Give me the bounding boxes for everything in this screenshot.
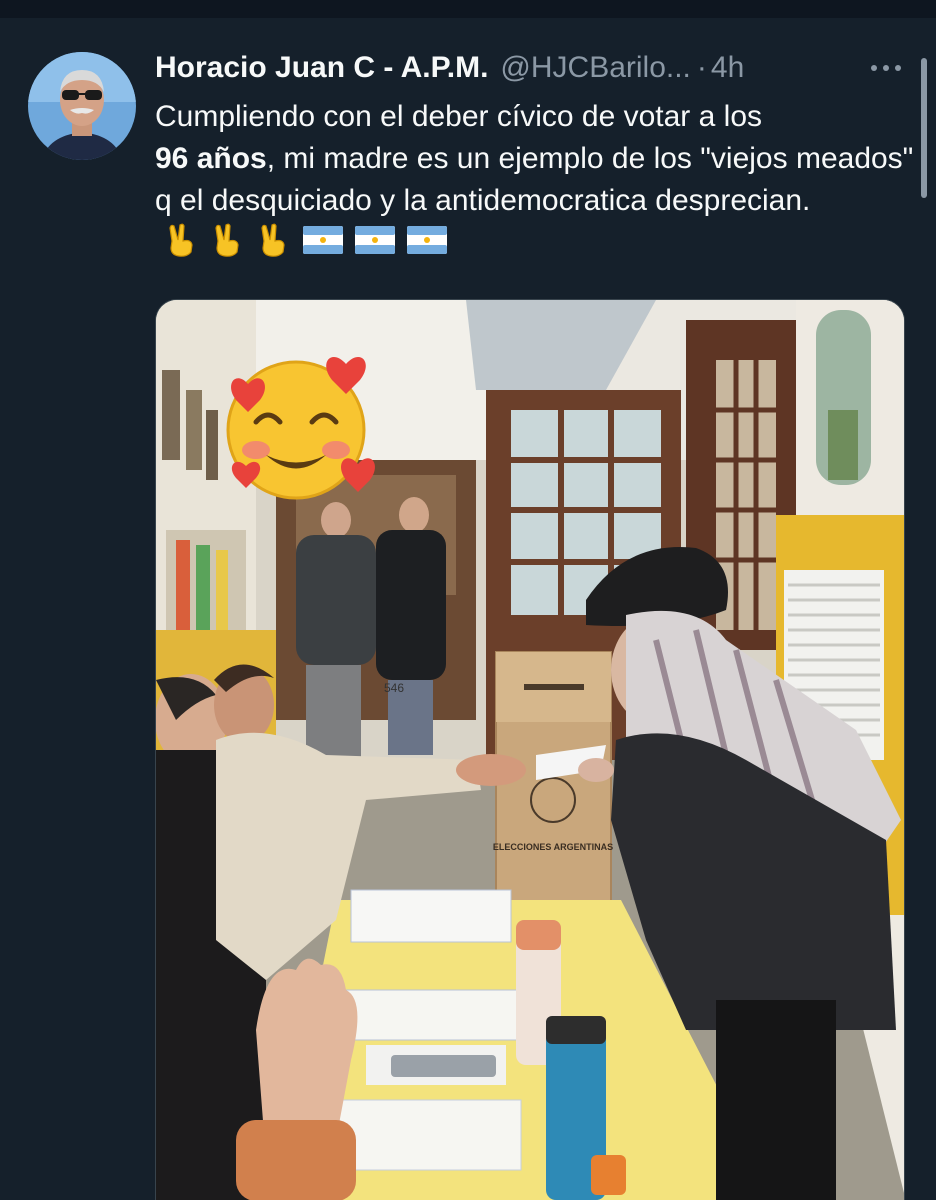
tweet-header: Horacio Juan C - A.P.M. @HJCBarilo... · … bbox=[155, 48, 915, 88]
scrollbar-thumb[interactable] bbox=[921, 58, 927, 198]
ballot-box-label: ELECCIONES ARGENTINAS bbox=[493, 842, 613, 852]
tweet-media-photo[interactable]: ELECCIONES ARGENTINAS 546 bbox=[155, 299, 905, 1200]
tweet-text-line1: Cumpliendo con el deber cívico de votar … bbox=[155, 100, 763, 133]
tweet-text-bold: 96 años bbox=[155, 142, 267, 175]
more-icon[interactable] bbox=[866, 50, 906, 86]
victory-hand-icon bbox=[261, 223, 285, 257]
author-name[interactable]: Horacio Juan C - A.P.M. bbox=[155, 48, 488, 88]
argentina-flag-icon bbox=[303, 226, 343, 254]
voting-scene-illustration: ELECCIONES ARGENTINAS 546 bbox=[156, 300, 904, 1200]
separator: · bbox=[696, 51, 707, 84]
tweet-text-line2: , mi madre es un ejemplo de los "viejos … bbox=[155, 142, 914, 217]
argentina-flag-icon bbox=[407, 226, 447, 254]
tweet-time[interactable]: 4h bbox=[711, 48, 744, 88]
top-strip bbox=[0, 0, 936, 18]
victory-hand-icon bbox=[169, 223, 193, 257]
avatar[interactable] bbox=[28, 52, 136, 160]
emoji-row bbox=[165, 222, 447, 258]
avatar-photo bbox=[28, 52, 136, 160]
tweet-text: Cumpliendo con el deber cívico de votar … bbox=[155, 96, 915, 264]
table-number-sign: 546 bbox=[384, 681, 404, 695]
victory-hand-icon bbox=[215, 223, 239, 257]
argentina-flag-icon bbox=[355, 226, 395, 254]
author-handle[interactable]: @HJCBarilo... bbox=[500, 48, 691, 88]
